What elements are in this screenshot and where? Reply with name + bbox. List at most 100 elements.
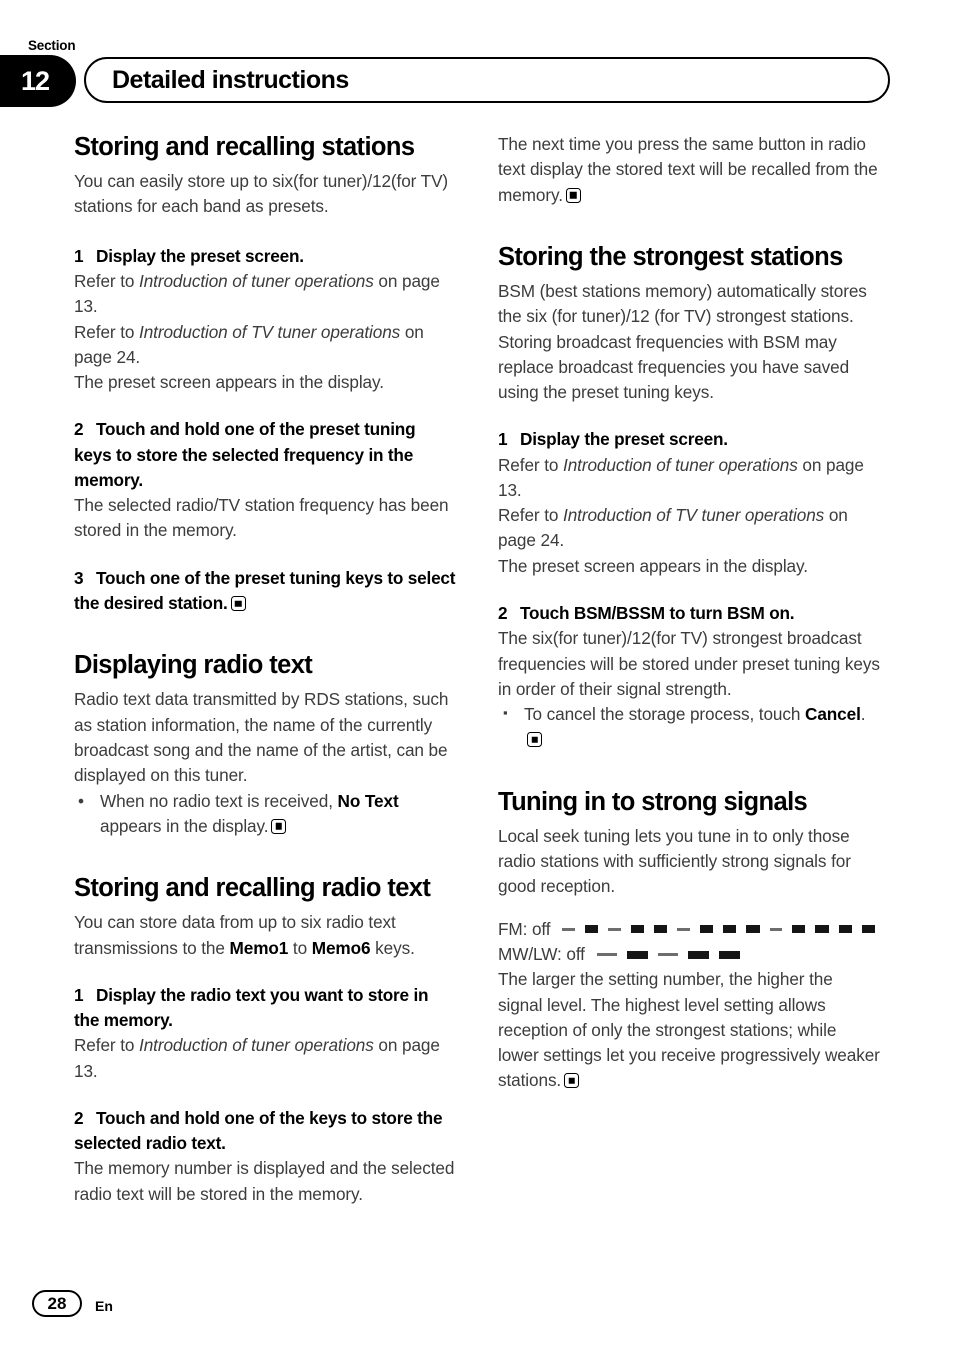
key-memo1: Memo1 — [229, 937, 289, 958]
end-of-topic-icon — [527, 732, 542, 748]
refer-line-tuner-ops: Refer to Introduction of tuner operation… — [74, 269, 456, 320]
intro-mid: to — [288, 937, 312, 958]
step-text: Touch and hold one of the keys to store … — [74, 1107, 443, 1154]
page-header: Section 12 Detailed instructions — [0, 0, 954, 110]
bullet-text-suffix: . — [860, 704, 866, 725]
refer-prefix: Refer to — [74, 1035, 140, 1056]
step-text: Display the preset screen. — [96, 245, 304, 266]
refer-target: Introduction of tuner operations — [563, 454, 798, 475]
scale-level-bar — [718, 950, 740, 959]
step-number: 2 — [74, 1107, 84, 1128]
refer-prefix: Refer to — [498, 454, 564, 475]
bullet-list-radio-text: • When no radio text is received, No Text… — [74, 789, 456, 840]
header-title-pill: Detailed instructions — [84, 57, 890, 103]
signal-level-row: MW/LW: off — [498, 942, 880, 967]
step-2-storing-radio-text: 2 Touch and hold one of the keys to store… — [74, 1106, 456, 1157]
heading-storing-recalling-radio-text: Storing and recalling radio text — [74, 874, 431, 903]
signal-level-row: FM: off — [498, 917, 880, 942]
intro-bsm-1: BSM (best stations memory) automatically… — [498, 280, 867, 327]
outro-text: The larger the setting number, the highe… — [498, 969, 880, 1091]
scale-separator-dash — [657, 953, 678, 957]
signal-level-label: FM: off — [498, 918, 551, 939]
step-text: Display the radio text you want to store… — [74, 984, 429, 1031]
step-1-storing-radio-text: 1 Display the radio text you want to stor… — [74, 983, 456, 1034]
scale-level-bar — [815, 925, 829, 934]
intro-suffix: keys. — [370, 937, 415, 958]
step-number: 1 — [74, 984, 84, 1005]
heading-storing-recalling-stations: Storing and recalling stations — [74, 133, 415, 161]
refer-prefix: Refer to — [498, 505, 564, 526]
scale-level-bar — [699, 925, 714, 934]
end-of-topic-icon — [230, 596, 246, 612]
intro-storing-radio-text: You can store data from up to six radio … — [74, 910, 456, 961]
continuation-paragraph: The next time you press the same button … — [498, 132, 880, 208]
bullet-text-emphasis: No Text — [337, 790, 399, 811]
step-number: 1 — [498, 429, 508, 450]
end-of-topic-icon — [271, 818, 287, 834]
language-code: En — [95, 1298, 113, 1314]
section-label: Section — [28, 38, 76, 53]
scale-separator-dash — [608, 927, 621, 931]
heading-storing-strongest-stations: Storing the strongest stations — [498, 242, 843, 271]
refer-line-tv-tuner-ops: Refer to Introduction of TV tuner operat… — [498, 503, 880, 554]
key-cancel: Cancel — [805, 704, 861, 725]
bullet-text-prefix: To cancel the storage process, touch — [524, 704, 806, 725]
scale-level-bar — [585, 925, 599, 934]
intro-bsm-2: Storing broadcast frequencies with BSM m… — [498, 331, 850, 403]
intro-local-seek: Local seek tuning lets you tune in to on… — [498, 825, 851, 897]
scale-separator-dash — [769, 927, 783, 931]
signal-level-label: MW/LW: off — [498, 943, 585, 964]
step-text: Touch and hold one of the preset tuning … — [74, 419, 416, 490]
refer-target: Introduction of tuner operations — [139, 1035, 374, 1056]
step-2-result: The selected radio/TV station frequency … — [74, 495, 449, 541]
heading-displaying-radio-text: Displaying radio text — [74, 651, 313, 680]
page-footer: 28 En — [0, 1290, 954, 1330]
list-item: ▪ To cancel the storage process, touch Ca… — [498, 702, 880, 753]
right-column: The next time you press the same button … — [498, 132, 880, 1094]
key-memo6: Memo6 — [311, 937, 371, 958]
refer-line-tuner-ops: Refer to Introduction of tuner operation… — [498, 453, 880, 504]
scale-level-bar — [746, 925, 760, 934]
step-2-result: The six(for tuner)/12(for TV) strongest … — [498, 628, 880, 699]
step-text: Touch BSM/BSSM to turn BSM on. — [520, 603, 795, 624]
scale-level-bar — [630, 925, 645, 934]
continuation-text: The next time you press the same button … — [498, 134, 878, 205]
step-text: Touch one of the preset tuning keys to s… — [74, 567, 456, 614]
scale-level-bar — [687, 950, 709, 959]
intro-storing-recalling-stations: You can easily store up to six(for tuner… — [74, 171, 449, 217]
scale-separator-dash — [677, 927, 690, 931]
bullet-square-icon: ▪ — [503, 705, 508, 721]
refer-line-tuner-ops: Refer to Introduction of tuner operation… — [74, 1033, 456, 1084]
step-2-result: The memory number is displayed and the s… — [74, 1158, 455, 1204]
step-2-bsm: 2 Touch BSM/BSSM to turn BSM on. — [498, 601, 880, 626]
step-1-bsm: 1 Display the preset screen. — [498, 427, 880, 452]
step-number: 1 — [74, 245, 84, 266]
refer-target: Introduction of tuner operations — [139, 270, 374, 291]
outro-signal-level: The larger the setting number, the highe… — [498, 967, 880, 1093]
page-number: 28 — [32, 1290, 82, 1317]
step-number: 2 — [498, 603, 508, 624]
refer-target: Introduction of TV tuner operations — [563, 505, 825, 526]
refer-prefix: Refer to — [74, 321, 140, 342]
scale-separator-dash — [562, 927, 576, 931]
scale-level-bar — [654, 925, 668, 934]
scale-separator-dash — [596, 953, 617, 957]
bullet-list-cancel: ▪ To cancel the storage process, touch Ca… — [498, 702, 880, 753]
bullet-dot-icon: • — [78, 790, 84, 811]
scale-level-bar — [838, 925, 852, 934]
step-number: 3 — [74, 567, 84, 588]
refer-target: Introduction of TV tuner operations — [139, 321, 401, 342]
heading-tuning-strong-signals: Tuning in to strong signals — [498, 787, 808, 816]
page-title: Detailed instructions — [112, 65, 349, 94]
intro-displaying-radio-text: Radio text data transmitted by RDS stati… — [74, 689, 449, 786]
section-number-badge: 12 — [0, 55, 76, 107]
step-1-storing-stations: 1 Display the preset screen. — [74, 244, 456, 269]
list-item: • When no radio text is received, No Text… — [74, 789, 456, 840]
step-2-storing-stations: 2 Touch and hold one of the preset tuning… — [74, 417, 456, 493]
